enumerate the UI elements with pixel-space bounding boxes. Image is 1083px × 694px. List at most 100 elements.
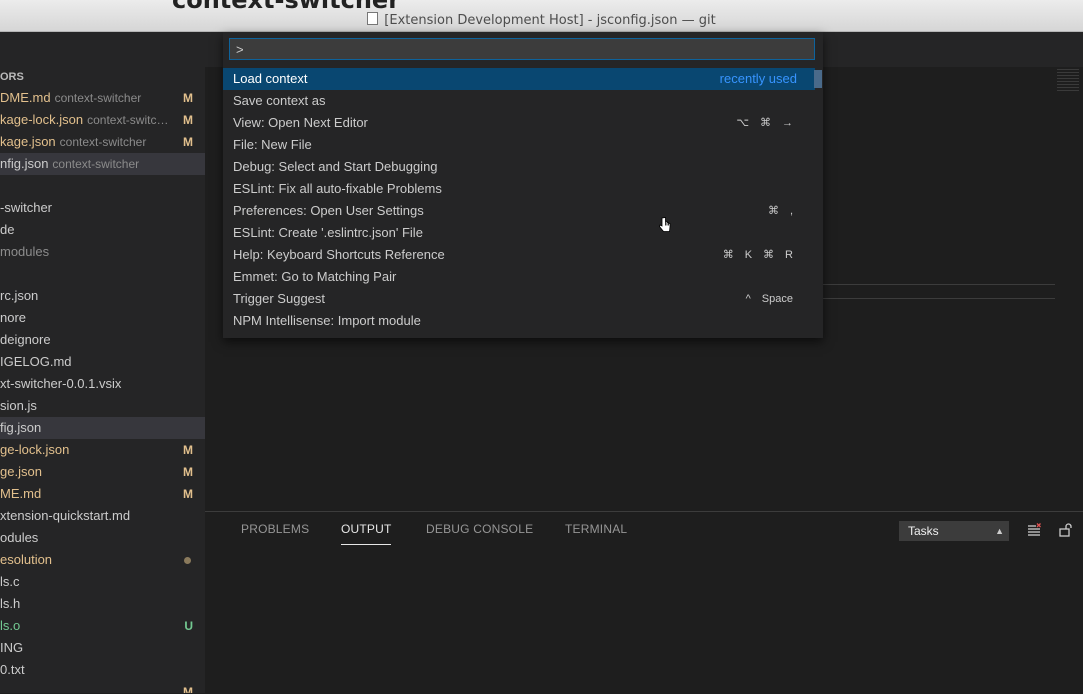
git-status-badge: M xyxy=(183,135,193,149)
explorer-sidebar: ORS DME.md context-switcher Mkage-lock.jso… xyxy=(0,32,205,693)
file-name: de xyxy=(0,222,15,237)
explorer-file-row[interactable]: ls.o U xyxy=(0,615,205,637)
file-name: nfig.json xyxy=(0,156,49,171)
explorer-file-row[interactable]: 0.txt xyxy=(0,659,205,681)
explorer-file-row[interactable]: IGELOG.md xyxy=(0,351,205,373)
explorer-file-row[interactable]: xtension-quickstart.md xyxy=(0,505,205,527)
tab-problems[interactable]: PROBLEMS xyxy=(241,522,309,536)
clear-output-icon[interactable] xyxy=(1027,523,1041,537)
command-item[interactable]: ESLint: Fix all auto-fixable Problems xyxy=(223,178,815,200)
tab-terminal[interactable]: TERMINAL xyxy=(565,522,627,536)
explorer-file-row[interactable] xyxy=(0,263,205,285)
file-description: context-switc… xyxy=(87,113,169,127)
explorer-file-row[interactable]: fig.json xyxy=(0,417,205,439)
command-label: Help: Keyboard Shortcuts Reference xyxy=(233,247,445,262)
keybinding-key: ⌘ xyxy=(763,249,775,261)
output-channel-value: Tasks xyxy=(908,524,939,538)
scroll-lock-icon[interactable] xyxy=(1058,523,1072,537)
command-label: Emmet: Go to Matching Pair xyxy=(233,269,397,284)
editor-divider xyxy=(823,298,1055,299)
explorer-file-row[interactable]: ge.json M xyxy=(0,461,205,483)
window-title: [Extension Development Host] - jsconfig.… xyxy=(0,12,1083,28)
command-item[interactable]: ESLint: Create '.eslintrc.json' File xyxy=(223,222,815,244)
command-item[interactable]: Preferences: Open User Settings ⌘, xyxy=(223,200,815,222)
command-label: Preferences: Open User Settings xyxy=(233,203,424,218)
command-label: File: New File xyxy=(233,137,312,152)
file-name: fig.json xyxy=(0,420,42,435)
command-item[interactable]: Emmet: Go to Matching Pair xyxy=(223,266,815,288)
file-name: ge-lock.json xyxy=(0,442,70,457)
keybinding: ^ Space xyxy=(735,288,793,310)
command-label: Load context xyxy=(233,71,308,86)
explorer-file-row[interactable]: nfig.json context-switcher xyxy=(0,153,205,175)
file-name: ING xyxy=(0,640,24,655)
output-channel-select[interactable]: Tasks ▲ xyxy=(899,521,1009,541)
explorer-file-row[interactable]: de xyxy=(0,219,205,241)
command-palette-scrollbar[interactable] xyxy=(814,70,822,88)
explorer-file-row[interactable] xyxy=(0,175,205,197)
command-palette-input[interactable] xyxy=(229,38,815,60)
explorer-file-row[interactable]: ING xyxy=(0,637,205,659)
explorer-file-row[interactable]: xt-switcher-0.0.1.vsix xyxy=(0,373,205,395)
git-status-badge: M xyxy=(183,91,193,105)
explorer-file-row[interactable]: -switcher xyxy=(0,197,205,219)
tab-debug-console[interactable]: DEBUG CONSOLE xyxy=(426,522,533,536)
git-status-badge: U xyxy=(184,619,193,633)
explorer-file-row[interactable]: kage.json context-switcher M xyxy=(0,131,205,153)
file-name: IGELOG.md xyxy=(0,354,72,369)
file-name: odules xyxy=(0,530,39,545)
command-item[interactable]: View: Open Next Editor ⌥ ⌘ → xyxy=(223,112,815,134)
keybinding-key: , xyxy=(789,205,793,217)
keybinding-key: ⌥ xyxy=(736,117,749,129)
explorer-file-row[interactable]: odules xyxy=(0,527,205,549)
git-status-badge: M xyxy=(183,685,193,693)
command-palette: Load context recently used Save context as… xyxy=(223,32,823,338)
keybinding: ⌘ K ⌘ R xyxy=(712,244,793,266)
file-description: context-switcher xyxy=(59,135,147,149)
explorer-file-row[interactable]: deignore xyxy=(0,329,205,351)
command-item[interactable]: Debug: Select and Start Debugging xyxy=(223,156,815,178)
git-status-badge: M xyxy=(183,487,193,501)
bottom-panel: PROBLEMS OUTPUT DEBUG CONSOLE TERMINAL T… xyxy=(205,511,1083,694)
explorer-file-row[interactable]: DME.md context-switcher M xyxy=(0,87,205,109)
file-name: nore xyxy=(0,310,27,325)
command-item[interactable]: File: New File xyxy=(223,134,815,156)
explorer-file-row[interactable]: ME.md M xyxy=(0,483,205,505)
modified-dot-icon xyxy=(184,557,191,564)
select-arrows-icon: ▲ xyxy=(995,526,1004,536)
command-label: Debug: Select and Start Debugging xyxy=(233,159,438,174)
keybinding-key: → xyxy=(782,117,793,129)
active-tab-indicator xyxy=(341,544,391,545)
editor-divider xyxy=(823,284,1055,285)
file-name: rc.json xyxy=(0,288,39,303)
file-description: context-switcher xyxy=(52,157,140,171)
explorer-file-row[interactable]: sion.js xyxy=(0,395,205,417)
keybinding-key: ^ xyxy=(745,293,751,305)
file-name: kage-lock.json xyxy=(0,112,84,127)
explorer-section-header[interactable]: ORS xyxy=(0,65,205,87)
explorer-file-row[interactable]: nore xyxy=(0,307,205,329)
explorer-file-row[interactable]: ls.c xyxy=(0,571,205,593)
command-item[interactable]: Save context as xyxy=(223,90,815,112)
keybinding-key: K xyxy=(744,249,753,261)
window-title-text: [Extension Development Host] - jsconfig.… xyxy=(384,13,716,28)
minimap[interactable] xyxy=(1057,69,1079,91)
explorer-file-row[interactable]: modules xyxy=(0,241,205,263)
command-label: View: Open Next Editor xyxy=(233,115,368,130)
explorer-file-row[interactable]: ge-lock.json M xyxy=(0,439,205,461)
explorer-file-row[interactable]: ls.h xyxy=(0,593,205,615)
tab-output[interactable]: OUTPUT xyxy=(341,522,392,536)
file-name: kage.json xyxy=(0,134,56,149)
file-name: ls.h xyxy=(0,596,21,611)
command-item[interactable]: Load context recently used xyxy=(223,68,815,90)
file-name: xtension-quickstart.md xyxy=(0,508,131,523)
file-name: ME.md xyxy=(0,486,42,501)
explorer-file-row[interactable]: rc.json xyxy=(0,285,205,307)
file-name: ls.c xyxy=(0,574,20,589)
explorer-file-row[interactable]: M xyxy=(0,681,205,693)
command-item[interactable]: NPM Intellisense: Import module xyxy=(223,310,815,332)
command-item[interactable]: Help: Keyboard Shortcuts Reference ⌘ K ⌘ R xyxy=(223,244,815,266)
command-item[interactable]: Trigger Suggest ^ Space xyxy=(223,288,815,310)
explorer-file-row[interactable]: esolution xyxy=(0,549,205,571)
explorer-file-row[interactable]: kage-lock.json context-switc… M xyxy=(0,109,205,131)
